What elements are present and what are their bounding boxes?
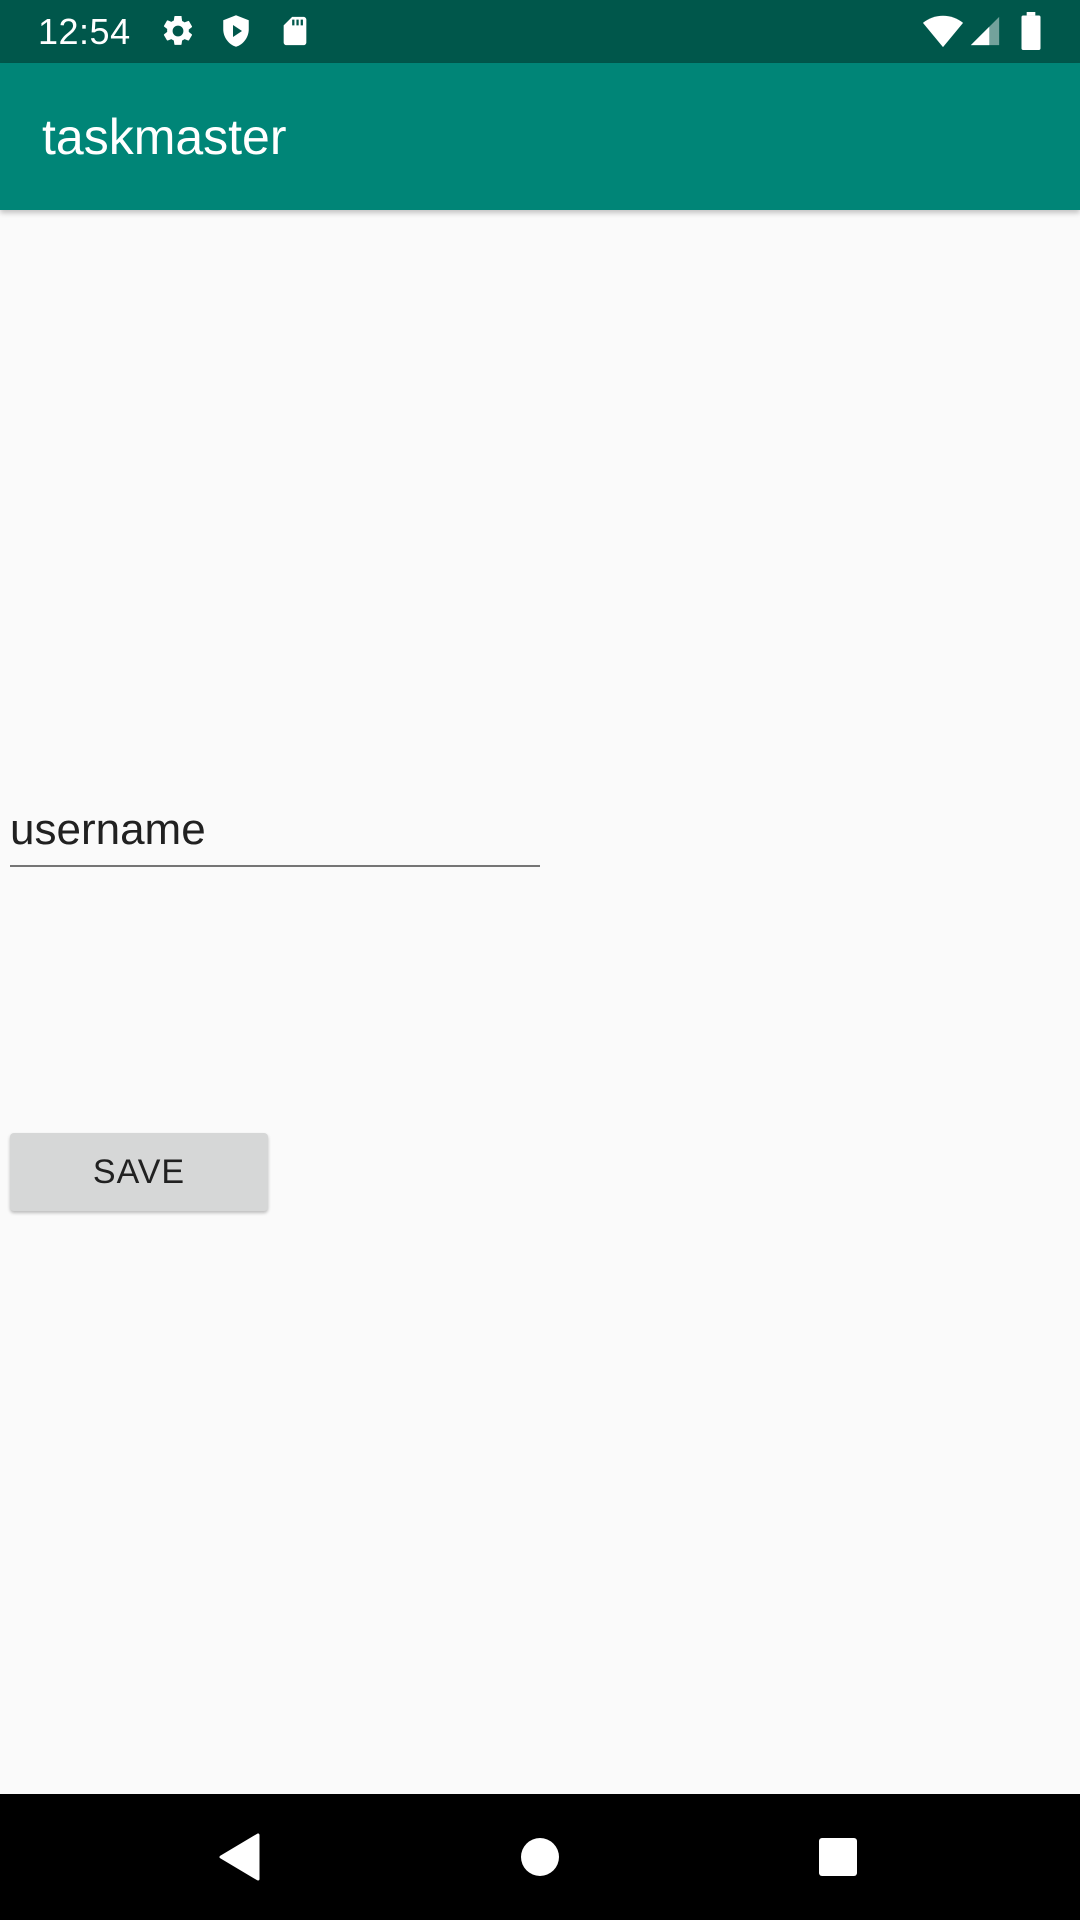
sd-card-icon — [283, 16, 307, 46]
shield-play-icon — [223, 15, 249, 47]
battery-icon — [1021, 12, 1041, 50]
status-time: 12:54 — [38, 11, 131, 52]
app-title: taskmaster — [42, 109, 287, 165]
navigation-bar — [0, 1794, 1080, 1920]
back-icon — [219, 1833, 260, 1881]
wifi-icon — [922, 15, 964, 48]
back-button[interactable] — [150, 1794, 330, 1920]
save-button[interactable]: SAVE — [10, 1133, 268, 1211]
username-input[interactable] — [10, 795, 540, 867]
status-bar: 12:54 — [0, 0, 1080, 63]
app-bar: taskmaster — [0, 63, 1080, 210]
recents-icon — [819, 1838, 857, 1876]
recents-button[interactable] — [748, 1794, 928, 1920]
home-icon — [521, 1838, 559, 1876]
main-content: SAVE — [0, 210, 1080, 1794]
home-button[interactable] — [450, 1794, 630, 1920]
gear-icon — [163, 15, 193, 45]
cell-signal-icon — [970, 16, 1000, 46]
